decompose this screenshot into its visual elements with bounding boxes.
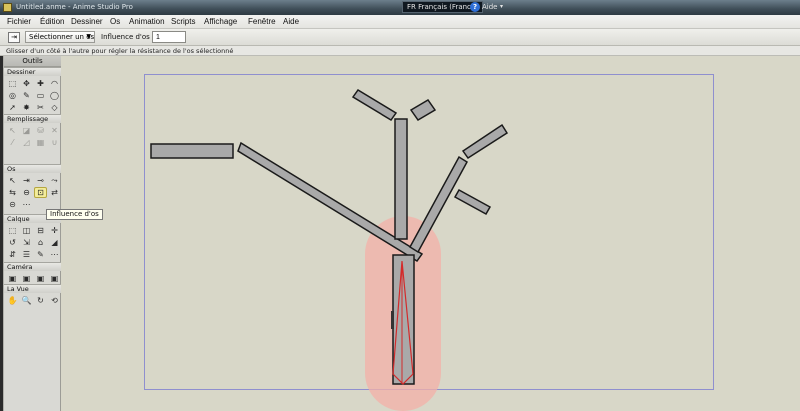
tooltip: Influence d'os — [46, 209, 103, 220]
rotate-layer-icon[interactable]: ↺ — [6, 237, 19, 248]
status-bar: Glisser d'un côté à l'autre pour régler … — [0, 46, 800, 56]
layer-selector-icon[interactable]: ☰ — [20, 249, 33, 260]
other-icon[interactable]: ⋯ — [48, 249, 61, 260]
manipulate-bones-icon[interactable]: ⊖ — [20, 187, 33, 198]
scatter-brush-icon[interactable]: ✸ — [20, 102, 33, 113]
offset-bone-icon[interactable]: ⊝ — [6, 199, 19, 210]
oval-icon[interactable]: ◯ — [48, 90, 61, 101]
menu-edition[interactable]: Édition — [40, 17, 64, 26]
scale-layer-icon[interactable]: ⇲ — [20, 237, 33, 248]
zoom-view-icon[interactable]: 🔍 — [20, 295, 33, 306]
tools-panel: Outils Dessiner⬚✥✚◠◎✎▭◯➚✸✂◇▱⌒∿↻Remplissa… — [3, 56, 61, 411]
bone-layer-icon[interactable]: ⊟ — [34, 225, 47, 236]
pan-tilt-camera-icon[interactable]: ▣ — [48, 273, 61, 284]
select-shape-icon[interactable]: ↖ — [6, 125, 19, 136]
bone-spine[interactable] — [394, 118, 408, 240]
translate-layer-icon[interactable]: ✛ — [48, 225, 61, 236]
tools-section-label: Caméra — [4, 262, 61, 271]
bone-top[interactable] — [409, 99, 437, 121]
delete-shape-icon[interactable]: ✕ — [48, 125, 61, 136]
bone-tool-icon[interactable]: ⇥ — [8, 32, 20, 43]
bone-root-handle[interactable] — [391, 311, 394, 329]
menu-animation[interactable]: Animation — [129, 17, 165, 26]
help-label[interactable]: Aide — [482, 3, 497, 11]
magnet-icon[interactable]: ◎ — [6, 90, 19, 101]
bone-stage[interactable] — [61, 56, 800, 411]
track-camera-icon[interactable]: ▣ — [6, 273, 19, 284]
flip-v-icon[interactable]: ⇵ — [6, 249, 19, 260]
help-caret-icon[interactable]: ▾ — [500, 3, 503, 10]
chevron-down-icon: ▼ — [86, 33, 91, 40]
bone-right-arm[interactable] — [409, 155, 468, 254]
tools-section-label: Dessiner — [4, 67, 61, 76]
menu-dessiner[interactable]: Dessiner — [71, 17, 103, 26]
set-origin-icon[interactable]: ◫ — [20, 225, 33, 236]
eyedropper-icon[interactable]: ✎ — [34, 249, 47, 260]
stroke-exposure-icon[interactable]: ▦ — [34, 137, 47, 148]
influence-label: Influence d'os : — [101, 33, 155, 41]
rectangle-icon[interactable]: ▭ — [34, 90, 47, 101]
hand-pan-icon[interactable]: ✋ — [6, 295, 19, 306]
bone-top-left[interactable] — [351, 88, 398, 122]
transform-points-icon[interactable]: ✥ — [20, 78, 33, 89]
tool-options-bar: ⇥ Sélectionner un os ▼ Influence d'os : — [0, 29, 800, 46]
menu-os[interactable]: Os — [110, 17, 120, 26]
tools-section-grid: ▣ ▣ ▣ ▣ — [6, 273, 61, 284]
tools-section-label: Os — [4, 164, 61, 173]
menu-scripts[interactable]: Scripts — [171, 17, 195, 26]
menu-bar: Fichier Édition Dessiner Os Animation Sc… — [0, 15, 800, 29]
transform-layer-icon[interactable]: ⬚ — [6, 225, 19, 236]
bone-right-lower[interactable] — [453, 188, 492, 216]
paint-bucket-icon[interactable]: ⛁ — [34, 125, 47, 136]
curve-profile-icon[interactable]: ∪ — [48, 137, 61, 148]
roll-camera-icon[interactable]: ▣ — [34, 273, 47, 284]
tools-section-grid: ⬚ ◫ ⊟ ✛ ↺ ⇲ ⌂ ◢ ⇵ ☰ ✎ ⋯ — [6, 225, 61, 260]
orbit-view-icon[interactable]: ⟲ — [48, 295, 61, 306]
bone-mode-dropdown[interactable]: Sélectionner un os ▼ — [25, 31, 95, 43]
app-icon — [3, 3, 12, 12]
transform-bone-icon[interactable]: ⋯ — [20, 199, 33, 210]
window-title: Untitled.anme - Anime Studio Pro — [16, 3, 133, 11]
bind-layer-icon[interactable]: ⊡ — [34, 187, 47, 198]
menu-aide[interactable]: Aide — [283, 17, 299, 26]
create-shape-icon[interactable]: ◪ — [20, 125, 33, 136]
zoom-camera-icon[interactable]: ▣ — [20, 273, 33, 284]
tools-section-grid: ↖ ◪ ⛁ ✕ ⁄ ◿ ▦ ∪ — [6, 125, 61, 148]
perspective-icon[interactable]: ◇ — [48, 102, 61, 113]
influence-input[interactable] — [152, 31, 186, 43]
translate-bone-icon[interactable]: ⇥ — [20, 175, 33, 186]
curvature-icon[interactable]: ◠ — [48, 78, 61, 89]
tools-section-label: Remplissage — [4, 114, 61, 123]
bone-left-arm-end[interactable] — [150, 143, 234, 159]
menu-fichier[interactable]: Fichier — [7, 17, 31, 26]
freehand-icon[interactable]: ✎ — [20, 90, 33, 101]
status-text: Glisser d'un côté à l'autre pour régler … — [6, 47, 234, 55]
select-points-icon[interactable]: ⬚ — [6, 78, 19, 89]
menu-affichage[interactable]: Affichage — [204, 17, 237, 26]
canvas-area[interactable] — [61, 56, 800, 411]
arrow-icon[interactable]: ➚ — [6, 102, 19, 113]
tools-panel-title: Outils — [4, 56, 61, 67]
menu-fenetre[interactable]: Fenêtre — [248, 17, 276, 26]
bone-mode-value: Sélectionner un os — [29, 33, 95, 41]
bone-right-upper[interactable] — [461, 123, 509, 160]
flip-h-icon[interactable]: ◢ — [48, 237, 61, 248]
bone-strength-icon[interactable]: ⇆ — [6, 187, 19, 198]
title-bar: Untitled.anme - Anime Studio Pro FR Fran… — [0, 0, 800, 15]
reparent-bone-icon[interactable]: ⤳ — [48, 175, 61, 186]
add-point-icon[interactable]: ✚ — [34, 78, 47, 89]
bind-points-icon[interactable]: ⇄ — [48, 187, 61, 198]
shear-layer-icon[interactable]: ⌂ — [34, 237, 47, 248]
tools-section-grid: ↖ ⇥ ⊸ ⤳ ⇆ ⊖ ⊡ ⇄ ⊝ ⋯ — [6, 175, 61, 210]
select-bone-icon[interactable]: ↖ — [6, 175, 19, 186]
hide-edge-icon[interactable]: ◿ — [20, 137, 33, 148]
help-icon[interactable]: ? — [470, 2, 480, 12]
delete-edge-icon[interactable]: ✂ — [34, 102, 47, 113]
tools-section-label: La Vue — [4, 284, 61, 293]
add-bone-icon[interactable]: ⊸ — [34, 175, 47, 186]
rotate-view-icon[interactable]: ↻ — [34, 295, 47, 306]
tools-section-grid: ✋ 🔍 ↻ ⟲ — [6, 295, 61, 306]
line-width-icon[interactable]: ⁄ — [6, 137, 19, 148]
